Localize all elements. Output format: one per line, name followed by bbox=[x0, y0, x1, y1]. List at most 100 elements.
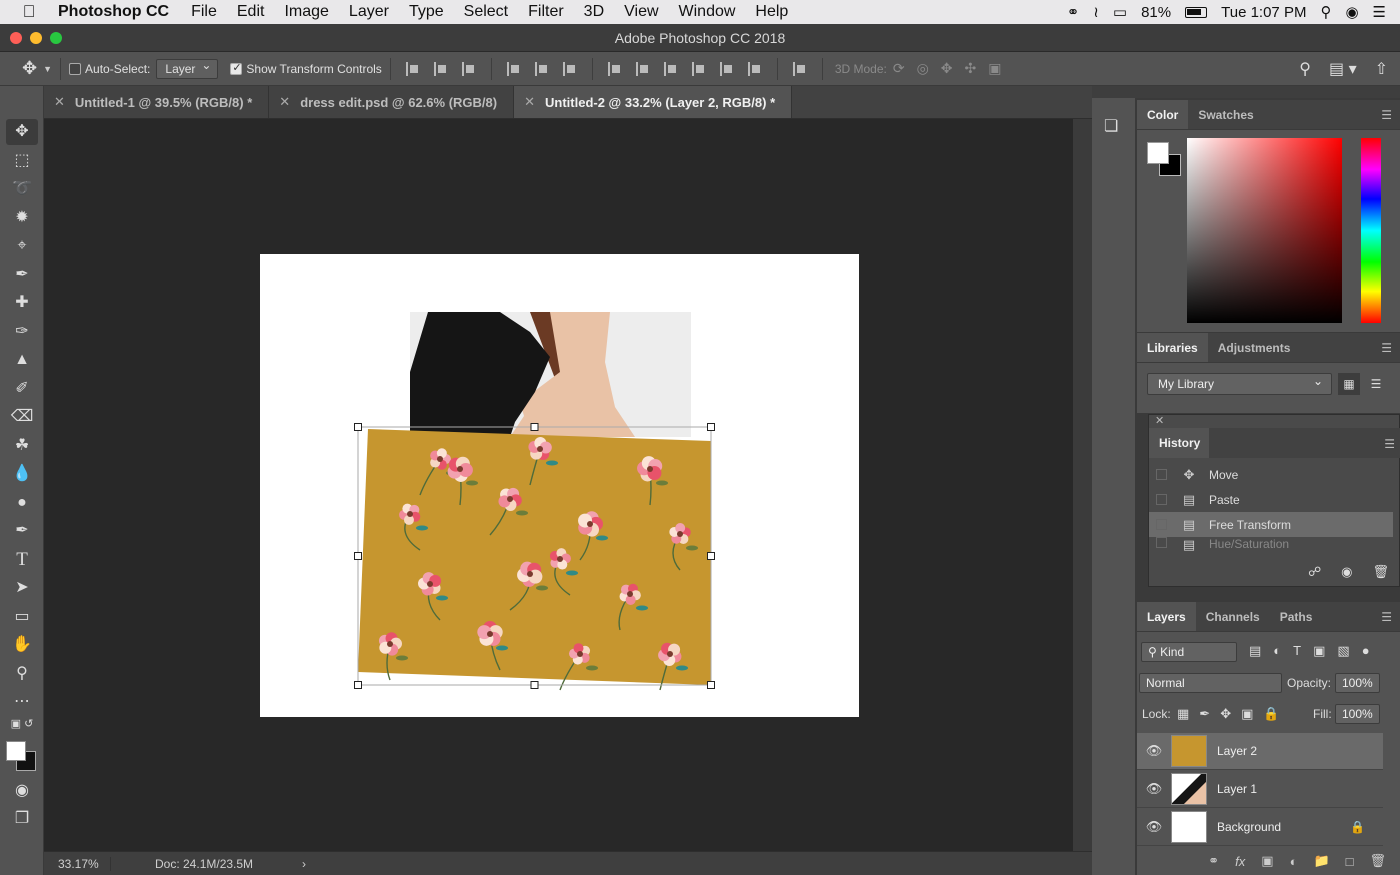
saturation-brightness-field[interactable] bbox=[1187, 138, 1342, 323]
list-view-icon[interactable]: ☰ bbox=[1365, 373, 1387, 395]
auto-select-checkbox[interactable] bbox=[69, 62, 82, 75]
airplay-icon[interactable]: ▭ bbox=[1113, 3, 1127, 21]
menu-window[interactable]: Window bbox=[669, 3, 746, 21]
menu-filter[interactable]: Filter bbox=[518, 3, 574, 21]
type-tool-icon[interactable]: T bbox=[6, 547, 38, 573]
app-menu[interactable]: Photoshop CC bbox=[58, 3, 181, 21]
layer-row-layer-1[interactable]: 👁 Layer 1 bbox=[1137, 771, 1383, 808]
distribute-top-icon[interactable] bbox=[607, 61, 622, 76]
history-item-hue-saturation[interactable]: ▤ Hue/Saturation bbox=[1149, 537, 1393, 553]
eye-icon[interactable]: 👁 bbox=[1137, 743, 1171, 759]
tab-history[interactable]: History bbox=[1149, 428, 1209, 458]
menu-3d[interactable]: 3D bbox=[574, 3, 614, 21]
transform-handle-top-center[interactable] bbox=[530, 423, 539, 431]
close-panel-icon[interactable]: ✕ bbox=[1155, 414, 1164, 427]
new-group-icon[interactable]: 📁 bbox=[1313, 853, 1329, 869]
align-vertical-centers-icon[interactable] bbox=[433, 61, 448, 76]
type-layer-filter-icon[interactable]: T bbox=[1293, 643, 1301, 659]
delete-state-icon[interactable]: 🗑 bbox=[1372, 564, 1389, 580]
rectangle-tool-icon[interactable]: ▭ bbox=[6, 604, 38, 630]
history-item-free-transform[interactable]: ▤ Free Transform bbox=[1149, 512, 1393, 537]
eye-icon[interactable]: 👁 bbox=[1137, 819, 1171, 835]
transform-handle-top-left[interactable] bbox=[354, 423, 362, 431]
layer-row-layer-2[interactable]: 👁 Layer 2 bbox=[1137, 733, 1383, 770]
distribute-horizontal-centers-icon[interactable] bbox=[719, 61, 734, 76]
notification-center-icon[interactable]: ☰ bbox=[1373, 3, 1386, 21]
clone-stamp-tool-icon[interactable]: ▲ bbox=[6, 347, 38, 373]
panel-menu-icon[interactable]: ☰ bbox=[1381, 610, 1392, 624]
menu-layer[interactable]: Layer bbox=[339, 3, 399, 21]
distribute-right-icon[interactable] bbox=[747, 61, 762, 76]
menu-select[interactable]: Select bbox=[454, 3, 518, 21]
apple-logo-icon[interactable]:  bbox=[0, 2, 58, 22]
canvas-area[interactable] bbox=[44, 119, 1073, 851]
foreground-color-swatch[interactable] bbox=[6, 741, 26, 761]
edit-toolbar-icon[interactable]: ⋯ bbox=[6, 689, 38, 715]
history-item-move[interactable]: ✥ Move bbox=[1149, 462, 1393, 487]
3d-pan-icon[interactable]: ✥ bbox=[941, 60, 953, 77]
lock-all-icon[interactable]: 🔒 bbox=[1263, 706, 1279, 722]
show-transform-controls-checkbox[interactable] bbox=[230, 61, 243, 75]
align-bottom-edges-icon[interactable] bbox=[461, 61, 476, 76]
screen-mode-icon[interactable]: ❐ bbox=[6, 806, 38, 832]
layer-name[interactable]: Layer 1 bbox=[1217, 782, 1257, 796]
panel-menu-icon[interactable]: ☰ bbox=[1381, 341, 1392, 355]
align-right-edges-icon[interactable] bbox=[562, 61, 577, 76]
creative-cloud-icon[interactable]: ⚭ bbox=[1067, 3, 1080, 21]
tab-layers[interactable]: Layers bbox=[1137, 602, 1196, 631]
wifi-icon[interactable]: ≀ bbox=[1093, 3, 1099, 21]
smart-object-filter-icon[interactable]: ▧ bbox=[1337, 643, 1349, 659]
new-document-from-state-icon[interactable]: ☍ bbox=[1308, 564, 1321, 580]
close-tab-icon[interactable]: ✕ bbox=[54, 94, 65, 110]
eye-icon[interactable]: 👁 bbox=[1137, 781, 1171, 797]
siri-icon[interactable]: ◉ bbox=[1345, 3, 1358, 21]
3d-orbit-icon[interactable]: ⟳ bbox=[893, 60, 905, 77]
menu-type[interactable]: Type bbox=[399, 3, 454, 21]
align-top-edges-icon[interactable] bbox=[405, 61, 420, 76]
eraser-tool-icon[interactable]: ⌫ bbox=[6, 404, 38, 430]
tab-channels[interactable]: Channels bbox=[1196, 602, 1270, 631]
hand-tool-icon[interactable]: ✋ bbox=[6, 632, 38, 658]
layer-name[interactable]: Layer 2 bbox=[1217, 744, 1257, 758]
tab-paths[interactable]: Paths bbox=[1270, 602, 1323, 631]
status-menu-arrow-icon[interactable]: › bbox=[302, 857, 306, 871]
swap-colors-icon[interactable]: ▣ ↺ bbox=[6, 716, 38, 732]
transform-handle-top-right[interactable] bbox=[707, 423, 715, 431]
search-icon[interactable]: ⚲ bbox=[1299, 59, 1311, 79]
shape-layer-filter-icon[interactable]: ▣ bbox=[1313, 643, 1325, 659]
panel-menu-icon[interactable]: ☰ bbox=[1381, 108, 1392, 122]
menu-edit[interactable]: Edit bbox=[227, 3, 275, 21]
history-brush-source-checkbox[interactable] bbox=[1156, 469, 1167, 480]
move-tool-icon[interactable]: ✥ bbox=[6, 119, 38, 145]
3d-panel-icon[interactable]: ❏ bbox=[1104, 116, 1118, 136]
auto-align-layers-icon[interactable] bbox=[792, 61, 807, 76]
share-icon[interactable]: ⇧ bbox=[1375, 59, 1388, 79]
history-brush-source-checkbox[interactable] bbox=[1156, 519, 1167, 530]
tab-adjustments[interactable]: Adjustments bbox=[1208, 333, 1301, 362]
create-snapshot-icon[interactable]: ◉ bbox=[1341, 564, 1352, 580]
lasso-tool-icon[interactable]: ➰ bbox=[6, 176, 38, 202]
close-tab-icon[interactable]: ✕ bbox=[279, 94, 290, 110]
3d-scale-icon[interactable]: ▣ bbox=[988, 60, 1001, 77]
lock-transparent-pixels-icon[interactable]: ▦ bbox=[1177, 706, 1189, 722]
history-brush-source-checkbox[interactable] bbox=[1156, 494, 1167, 505]
healing-brush-tool-icon[interactable]: ✚ bbox=[6, 290, 38, 316]
zoom-level[interactable]: 33.17% bbox=[44, 857, 110, 871]
tab-untitled-2[interactable]: ✕ Untitled-2 @ 33.2% (Layer 2, RGB/8) * bbox=[514, 86, 793, 118]
lock-artboard-icon[interactable]: ▣ bbox=[1241, 706, 1253, 722]
3d-roll-icon[interactable]: ◎ bbox=[917, 60, 929, 77]
clock[interactable]: Tue 1:07 PM bbox=[1221, 4, 1306, 21]
distribute-left-icon[interactable] bbox=[691, 61, 706, 76]
history-item-paste[interactable]: ▤ Paste bbox=[1149, 487, 1393, 512]
layer-kind-filter[interactable]: ⚲ Kind bbox=[1141, 642, 1237, 662]
fill-input[interactable]: 100% bbox=[1335, 704, 1380, 724]
quick-selection-tool-icon[interactable]: ✹ bbox=[6, 205, 38, 231]
layer-row-background[interactable]: 👁 Background 🔒 bbox=[1137, 809, 1383, 846]
vertical-scrollbar[interactable] bbox=[1073, 119, 1092, 851]
menu-image[interactable]: Image bbox=[274, 3, 338, 21]
history-brush-source-checkbox[interactable] bbox=[1156, 537, 1167, 548]
panel-menu-icon[interactable]: ☰ bbox=[1384, 437, 1395, 451]
history-brush-tool-icon[interactable]: ✐ bbox=[6, 376, 38, 402]
transform-handle-middle-left[interactable] bbox=[354, 552, 362, 560]
tab-libraries[interactable]: Libraries bbox=[1137, 333, 1208, 362]
